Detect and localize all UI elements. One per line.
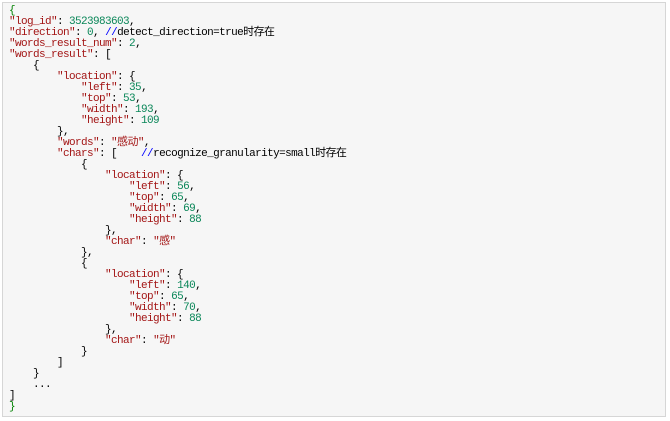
comment-marker: // [141,148,154,160]
char1-height-value: 88 [189,214,202,226]
height-key: "height" [81,115,130,127]
code-line-37: } [9,402,346,413]
char-key: "char" [105,236,142,248]
code-line-5: "words_result": [ [9,49,112,61]
height-key: "height" [129,214,178,226]
char2-height-value: 88 [189,313,202,325]
char2-value: "动" [153,335,176,347]
char1-value: "感" [153,236,176,248]
words-result-num-value: 2 [129,38,136,50]
close-brace: } [9,401,16,413]
code-line-33: ] [9,358,346,369]
location-height-value: 109 [141,115,160,127]
char-key: "char" [105,335,142,347]
height-key: "height" [129,313,178,325]
code-line-36: ] [9,391,346,402]
close-bracket: ] [57,357,64,369]
code-line-35: ... [9,380,346,391]
json-code: {"log_id": 3523983603, "direction": 0, //… [9,6,347,413]
code-block: {"log_id": 3523983603, "direction": 0, //… [2,2,666,417]
code-line-34: } [9,369,346,380]
chars-comment: recognize_granularity=small时存在 [153,148,347,160]
ellipsis: ... [33,379,52,391]
